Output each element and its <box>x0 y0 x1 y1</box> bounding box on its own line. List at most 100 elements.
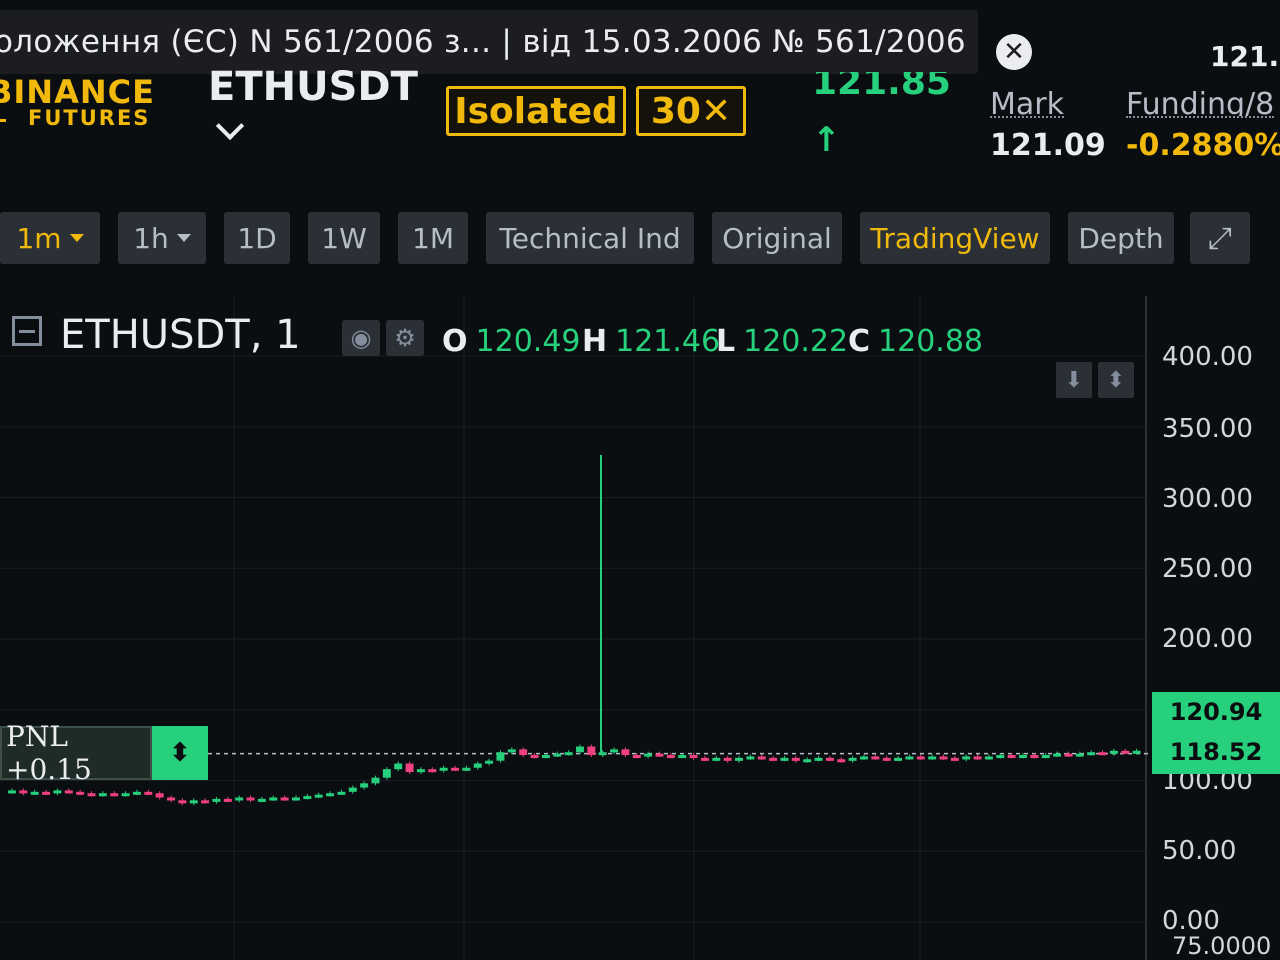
notification-banner[interactable]: оложення (ЄС) N 561/2006 з... | від 15.0… <box>0 10 978 74</box>
candle-body <box>746 756 755 760</box>
interval-1m-dropdown[interactable]: 1m <box>0 212 100 264</box>
candle-body <box>280 797 289 801</box>
candle-body <box>1075 753 1084 757</box>
candle-body <box>700 757 709 761</box>
ohlc-high: H 121.46 <box>582 324 720 359</box>
candle-body <box>1109 750 1118 754</box>
expand-button[interactable]: ⤢ <box>1190 212 1250 264</box>
y-tick-250: 250.00 <box>1162 554 1253 584</box>
candle-body <box>735 757 743 761</box>
ohlc-close: C 120.88 <box>848 324 983 359</box>
legend-symbol: ETHUSDT, 1 <box>60 312 301 358</box>
candle-body <box>496 752 505 761</box>
close-circle-icon[interactable]: ✕ <box>996 34 1032 70</box>
interval-1h-dropdown[interactable]: 1h <box>118 212 206 264</box>
current-price-tag: 120.94 118.52 <box>1152 692 1280 774</box>
position-pnl-label[interactable]: PNL +0.15 <box>0 720 152 786</box>
candle-body <box>860 756 868 760</box>
candle-body <box>439 767 448 771</box>
ohlc-low: L 120.22 <box>716 324 848 359</box>
candle-body <box>473 763 482 768</box>
chevron-down-icon[interactable] <box>215 111 245 141</box>
leverage-button[interactable]: 30✕ <box>636 86 746 136</box>
scroll-down-icon[interactable]: ⬇ <box>1056 362 1092 398</box>
interval-1w-button[interactable]: 1W <box>308 212 380 264</box>
depth-tab[interactable]: Depth <box>1068 212 1174 264</box>
candle-body <box>405 763 414 773</box>
candle-body <box>1041 755 1050 759</box>
brand-dash <box>0 119 6 122</box>
interval-1d-button[interactable]: 1D <box>224 212 290 264</box>
candle-body <box>1053 753 1062 757</box>
candle-body <box>553 753 562 757</box>
candle-body <box>416 769 425 773</box>
candle-body <box>757 756 766 760</box>
candle-body <box>1121 750 1130 754</box>
candle-body <box>201 800 210 804</box>
margin-mode-button[interactable]: Isolated <box>446 86 626 136</box>
interval-1h-label: 1h <box>133 221 169 255</box>
candle-body <box>42 791 51 795</box>
candle-body <box>1098 752 1107 756</box>
candle-body <box>587 746 596 756</box>
ohlc-open-label: O <box>442 324 468 359</box>
funding-value: -0.2880% <box>1126 128 1280 163</box>
funding-label[interactable]: Funding/8 <box>1126 82 1275 118</box>
candle-body <box>848 757 857 761</box>
candle-body <box>1030 755 1039 759</box>
current-price-value: 120.94 <box>1169 698 1263 726</box>
mark-price-label[interactable]: Mark <box>990 82 1064 118</box>
close-icon[interactable]: ⬍ <box>152 726 208 780</box>
brand-main: BINANCE <box>0 73 155 111</box>
candle-body <box>984 756 993 760</box>
candle-body <box>360 783 369 788</box>
candle-body <box>269 797 278 801</box>
original-chart-tab[interactable]: Original <box>712 212 842 264</box>
candle-body <box>780 757 789 761</box>
interval-1m-label: 1m <box>16 221 62 255</box>
candle-body <box>144 791 153 795</box>
candle-body <box>326 793 335 797</box>
candle-body <box>655 753 664 757</box>
mark-price-value: 121.09 <box>990 128 1106 163</box>
candle-body <box>394 763 403 770</box>
candle-body <box>644 753 653 757</box>
notification-text[interactable]: оложення (ЄС) N 561/2006 з... | від 15.0… <box>0 24 966 60</box>
technical-indicators-button[interactable]: Technical Ind <box>486 212 694 264</box>
candle-body <box>87 793 96 797</box>
collapse-legend-icon[interactable] <box>12 316 42 346</box>
eye-icon[interactable]: ◉ <box>342 320 380 356</box>
candle-body <box>871 756 880 760</box>
candle-body <box>962 756 971 760</box>
candle-body <box>610 749 619 753</box>
candle-body <box>189 800 198 804</box>
candle-body <box>485 760 494 764</box>
candle-body <box>825 757 834 761</box>
tradingview-tab[interactable]: TradingView <box>860 212 1050 264</box>
gear-icon[interactable]: ⚙ <box>386 320 424 356</box>
ohlc-close-label: C <box>848 324 871 359</box>
candle-body <box>723 757 732 761</box>
candle-body <box>1064 753 1073 757</box>
binance-futures-logo[interactable]: BINANCE FUTURES <box>0 76 155 129</box>
brand-sub: FUTURES <box>28 106 151 130</box>
scale-icon[interactable]: ⬍ <box>1098 362 1134 398</box>
ohlc-low-label: L <box>716 324 736 359</box>
candle-body <box>451 767 459 771</box>
ohlc-open-value: 120.49 <box>475 324 581 359</box>
symbol-selector[interactable]: ETHUSDT <box>208 58 418 106</box>
candle-body <box>882 757 891 761</box>
interval-1mo-button[interactable]: 1M <box>398 212 468 264</box>
y-tick-400: 400.00 <box>1162 342 1253 372</box>
candle-body <box>64 790 73 794</box>
candle-body <box>519 749 528 756</box>
bottom-axis-label: 75.0000 <box>1172 932 1272 960</box>
candle-body <box>1007 755 1016 759</box>
candle-body <box>337 791 346 795</box>
candle-body <box>155 793 164 798</box>
candle-body <box>314 794 323 798</box>
candle-body <box>814 757 823 761</box>
candle-body <box>689 755 698 759</box>
candle-body <box>621 749 630 756</box>
candle-body <box>223 798 232 802</box>
